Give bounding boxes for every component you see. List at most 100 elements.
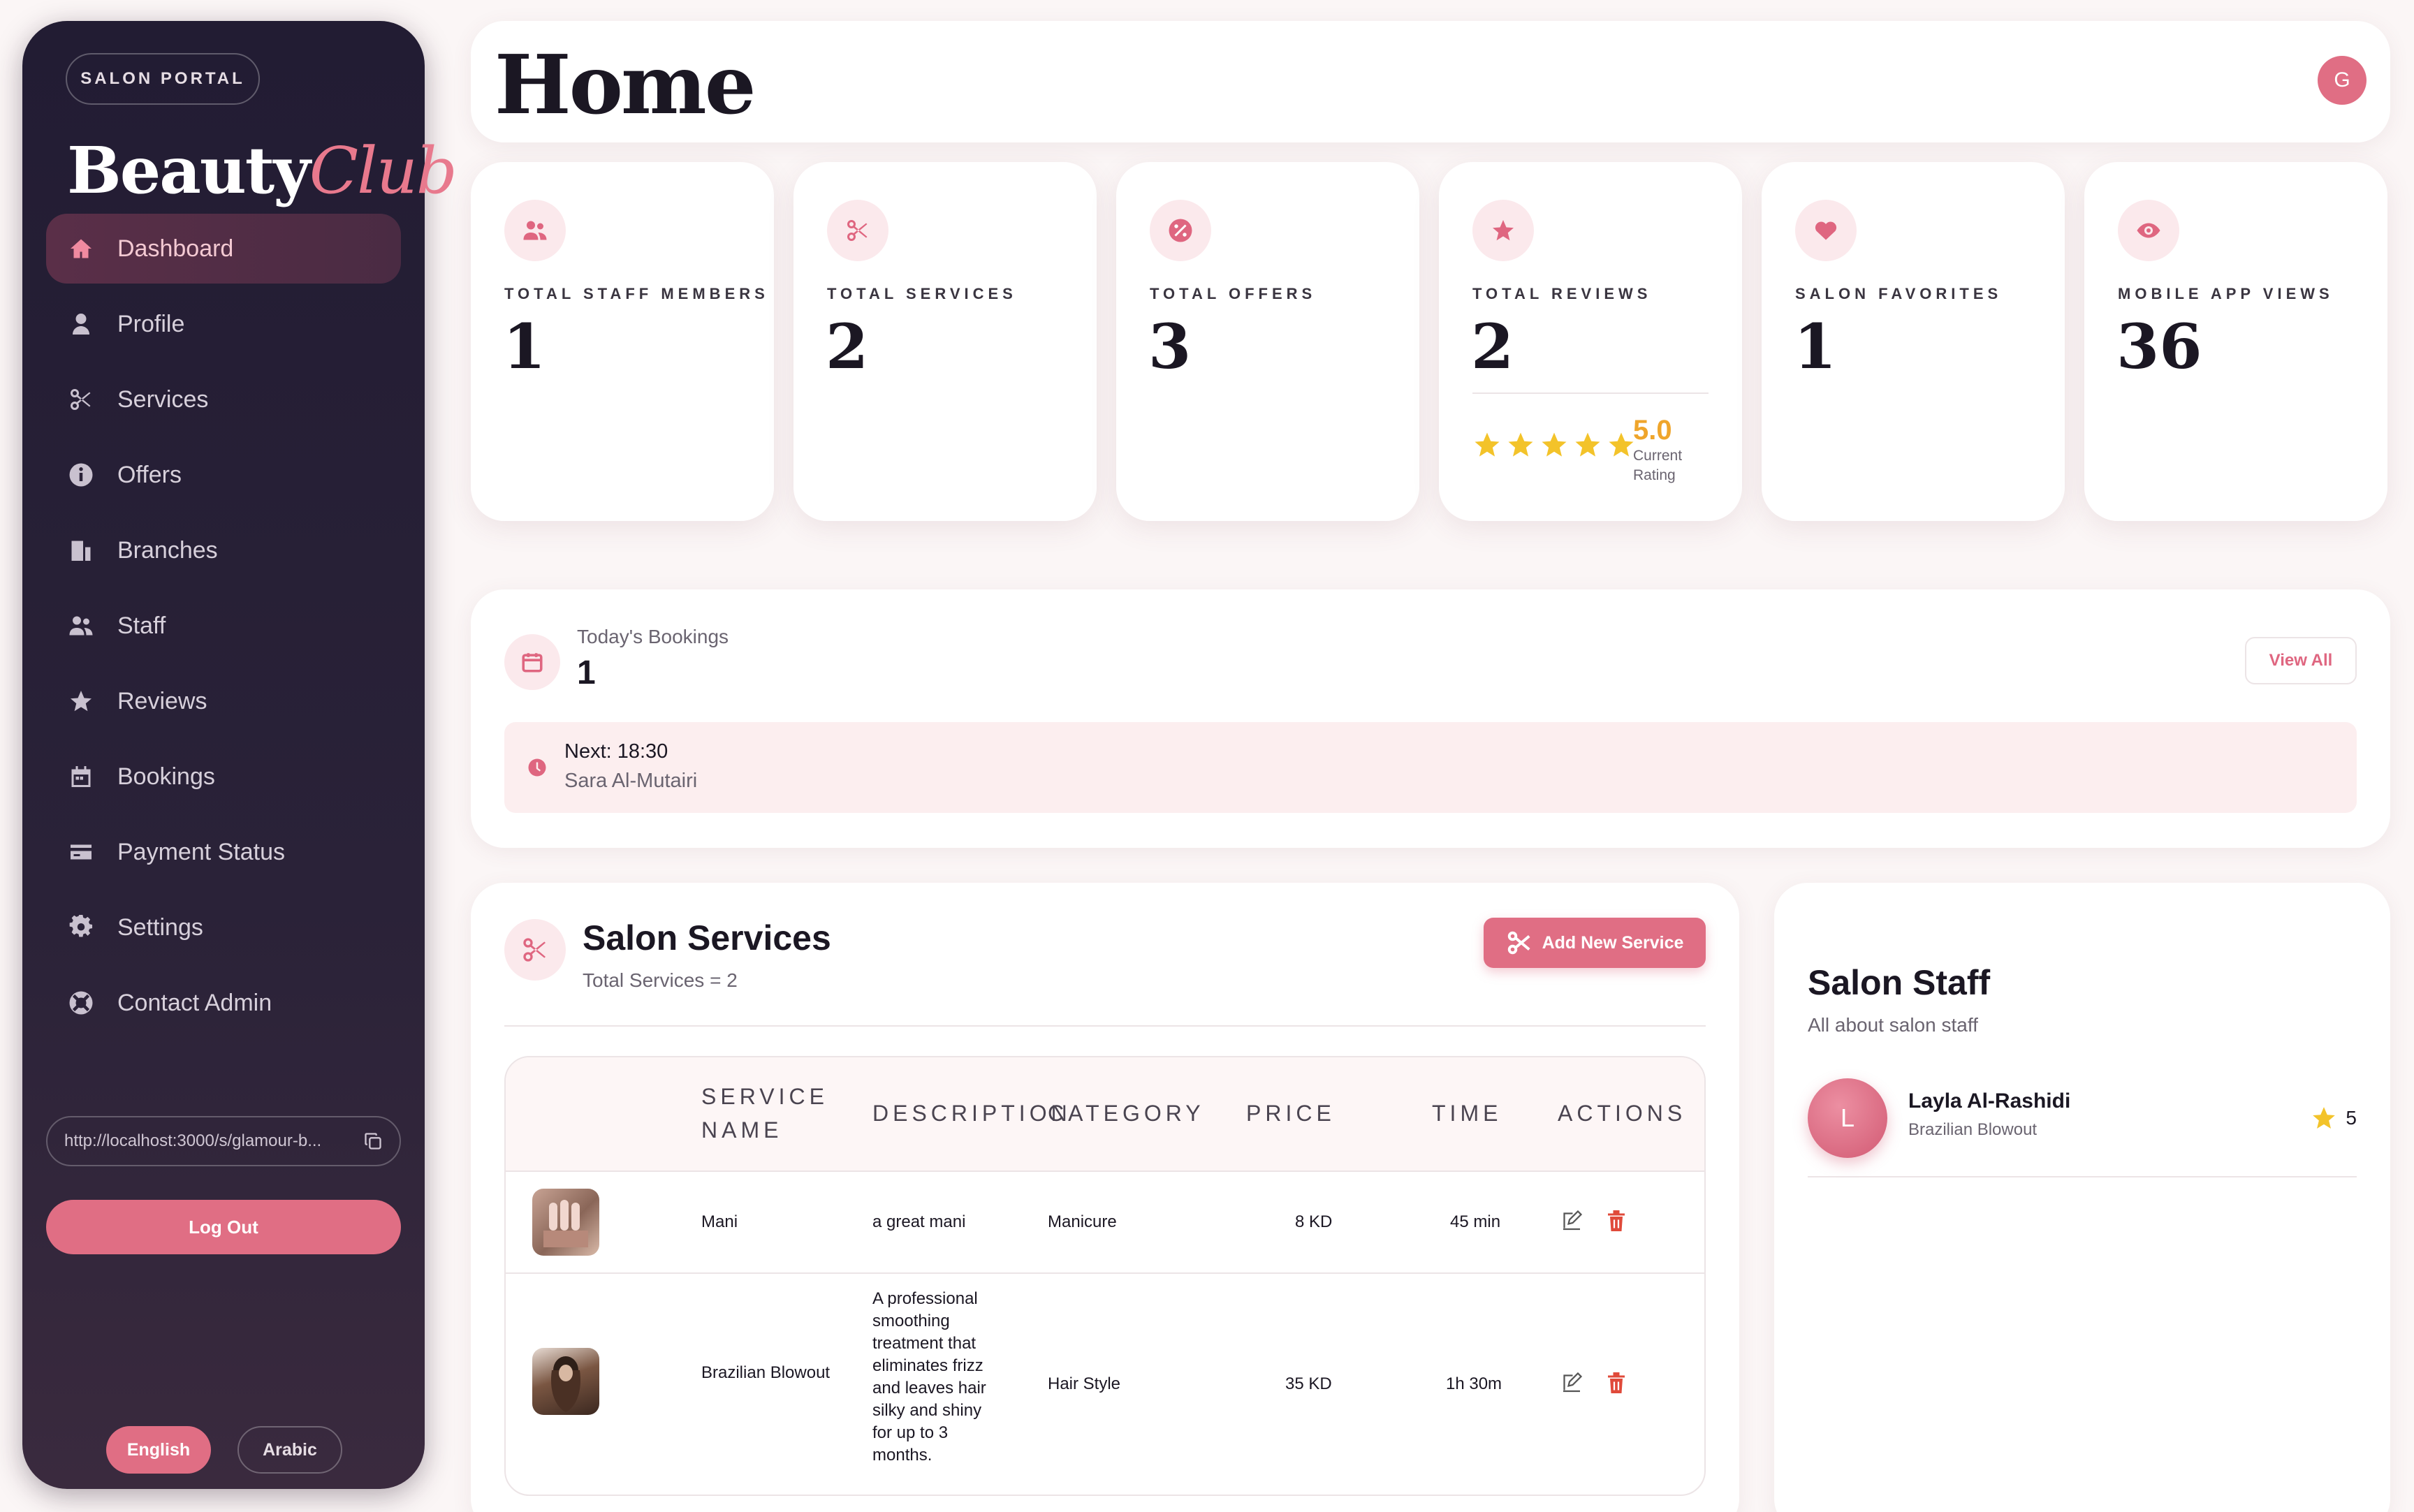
stat-value: 36 (2116, 310, 2202, 383)
brand-logo[interactable]: BeautyClub (67, 133, 458, 208)
credit-card-icon (67, 838, 95, 866)
table-row[interactable]: Mani a great mani Manicure 8 KD 45 min (506, 1172, 1704, 1274)
salon-staff-card: Salon Staff All about salon staff L Layl… (1774, 883, 2390, 1512)
bookings-title: Today's Bookings (577, 626, 729, 647)
avatar: L (1808, 1078, 1887, 1158)
column-header-description[interactable]: DESCRIPTION (872, 1096, 1071, 1130)
table-header: SERVICE NAME DESCRIPTION CATEGORY PRICE … (506, 1057, 1704, 1172)
divider (1808, 1176, 2357, 1177)
page-header: Home G (471, 21, 2390, 142)
sidebar-item-settings[interactable]: Settings (46, 893, 401, 962)
sidebar-item-label: Payment Status (117, 838, 286, 865)
stat-value: 1 (503, 310, 546, 383)
scissors-icon (827, 200, 888, 261)
sidebar-item-dashboard[interactable]: Dashboard (46, 214, 401, 284)
star-icon (67, 687, 95, 715)
user-avatar[interactable]: G (2318, 56, 2367, 105)
sidebar-item-label: Branches (117, 536, 218, 564)
star-icon (1542, 432, 1567, 457)
service-time: 1h 30m (1446, 1374, 1502, 1393)
sidebar-item-label: Profile (117, 310, 185, 337)
stat-value: 3 (1148, 310, 1192, 383)
service-description: a great mani (872, 1212, 966, 1231)
language-arabic-button[interactable]: Arabic (237, 1426, 342, 1474)
edit-icon[interactable] (1559, 1208, 1584, 1237)
divider (1472, 392, 1709, 394)
sidebar-item-bookings[interactable]: Bookings (46, 742, 401, 812)
percent-icon (1150, 200, 1211, 261)
staff-subtitle: All about salon staff (1808, 1014, 1978, 1036)
sidebar-item-payment-status[interactable]: Payment Status (46, 817, 401, 887)
stat-card-favorites: SALON FAVORITES 1 (1762, 162, 2065, 521)
staff-rating: 5 (2311, 1105, 2357, 1131)
stat-label: TOTAL STAFF MEMBERS (504, 285, 769, 302)
sidebar-item-services[interactable]: Services (46, 365, 401, 434)
gear-icon (67, 913, 95, 941)
table-row[interactable]: Brazilian Blowout A professional smoothi… (506, 1274, 1704, 1495)
service-thumbnail-manicure (532, 1189, 599, 1256)
service-price: 8 KD (1295, 1212, 1333, 1231)
stat-card-app-views: MOBILE APP VIEWS 36 (2084, 162, 2387, 521)
salon-url-field[interactable]: http://localhost:3000/s/glamour-b... (46, 1116, 401, 1166)
stat-card-staff: TOTAL STAFF MEMBERS 1 (471, 162, 774, 521)
calendar-icon (504, 634, 560, 690)
logo-text-beauty: Beauty (67, 133, 311, 208)
eye-icon (2118, 200, 2179, 261)
next-booking[interactable]: Next: 18:30 Sara Al-Mutairi (504, 722, 2357, 813)
services-title: Salon Services (583, 918, 831, 957)
language-english-button[interactable]: English (106, 1426, 211, 1474)
next-booking-time: Next: 18:30 (564, 740, 668, 763)
service-description: A professional smoothing treatment that … (872, 1289, 986, 1465)
page-title: Home (495, 38, 756, 133)
sidebar-item-label: Contact Admin (117, 989, 272, 1016)
star-icon (1472, 200, 1534, 261)
sidebar-nav: Dashboard Profile Services Offers Branch… (46, 214, 401, 1043)
stat-label: SALON FAVORITES (1795, 285, 2003, 302)
star-icon (2313, 1107, 2336, 1129)
person-icon (67, 310, 95, 338)
service-category: Manicure (1048, 1212, 1117, 1231)
logout-button[interactable]: Log Out (46, 1200, 401, 1254)
building-icon (67, 536, 95, 564)
users-icon (504, 200, 566, 261)
delete-icon[interactable] (1604, 1370, 1629, 1399)
stat-card-offers: TOTAL OFFERS 3 (1116, 162, 1419, 521)
services-subtitle: Total Services = 2 (583, 969, 738, 991)
staff-name[interactable]: Layla Al-Rashidi (1908, 1089, 2070, 1113)
stat-value: 1 (1794, 310, 1837, 383)
add-new-service-button[interactable]: Add New Service (1484, 918, 1706, 968)
service-name: Mani (701, 1212, 738, 1231)
support-icon (67, 989, 95, 1017)
copy-icon[interactable] (363, 1131, 383, 1151)
star-icon (1508, 432, 1533, 457)
staff-title: Salon Staff (1808, 963, 1991, 1002)
sidebar-item-label: Settings (117, 913, 203, 941)
salon-services-card: Salon Services Total Services = 2 Add Ne… (471, 883, 1739, 1512)
portal-badge: SALON PORTAL (66, 53, 260, 105)
logo-text-club: Club (309, 133, 458, 208)
sidebar-item-profile[interactable]: Profile (46, 289, 401, 359)
rating-caption: Current Rating (1633, 448, 1683, 483)
salon-url-text: http://localhost:3000/s/glamour-b... (64, 1131, 322, 1150)
column-header-service-name[interactable]: SERVICE NAME (701, 1080, 855, 1147)
home-icon (67, 235, 95, 263)
delete-icon[interactable] (1604, 1208, 1629, 1237)
sidebar-item-reviews[interactable]: Reviews (46, 666, 401, 736)
view-all-button[interactable]: View All (2245, 637, 2357, 684)
column-header-price[interactable]: PRICE (1246, 1096, 1336, 1130)
star-icon (1475, 432, 1500, 457)
rating-value: 5.0 (1633, 415, 1672, 446)
sidebar-item-staff[interactable]: Staff (46, 591, 401, 661)
service-time: 45 min (1450, 1212, 1501, 1231)
sidebar-item-contact-admin[interactable]: Contact Admin (46, 968, 401, 1038)
sidebar-item-branches[interactable]: Branches (46, 515, 401, 585)
services-table: SERVICE NAME DESCRIPTION CATEGORY PRICE … (504, 1056, 1706, 1496)
sidebar-item-offers[interactable]: Offers (46, 440, 401, 510)
sidebar: SALON PORTAL BeautyClub Dashboard Profil… (22, 21, 458, 1489)
rating-stars (1472, 430, 1640, 460)
scissors-icon (67, 386, 95, 413)
divider (504, 1025, 1706, 1027)
column-header-category[interactable]: CATEGORY (1048, 1096, 1205, 1130)
column-header-time[interactable]: TIME (1432, 1096, 1502, 1130)
edit-icon[interactable] (1559, 1370, 1584, 1399)
